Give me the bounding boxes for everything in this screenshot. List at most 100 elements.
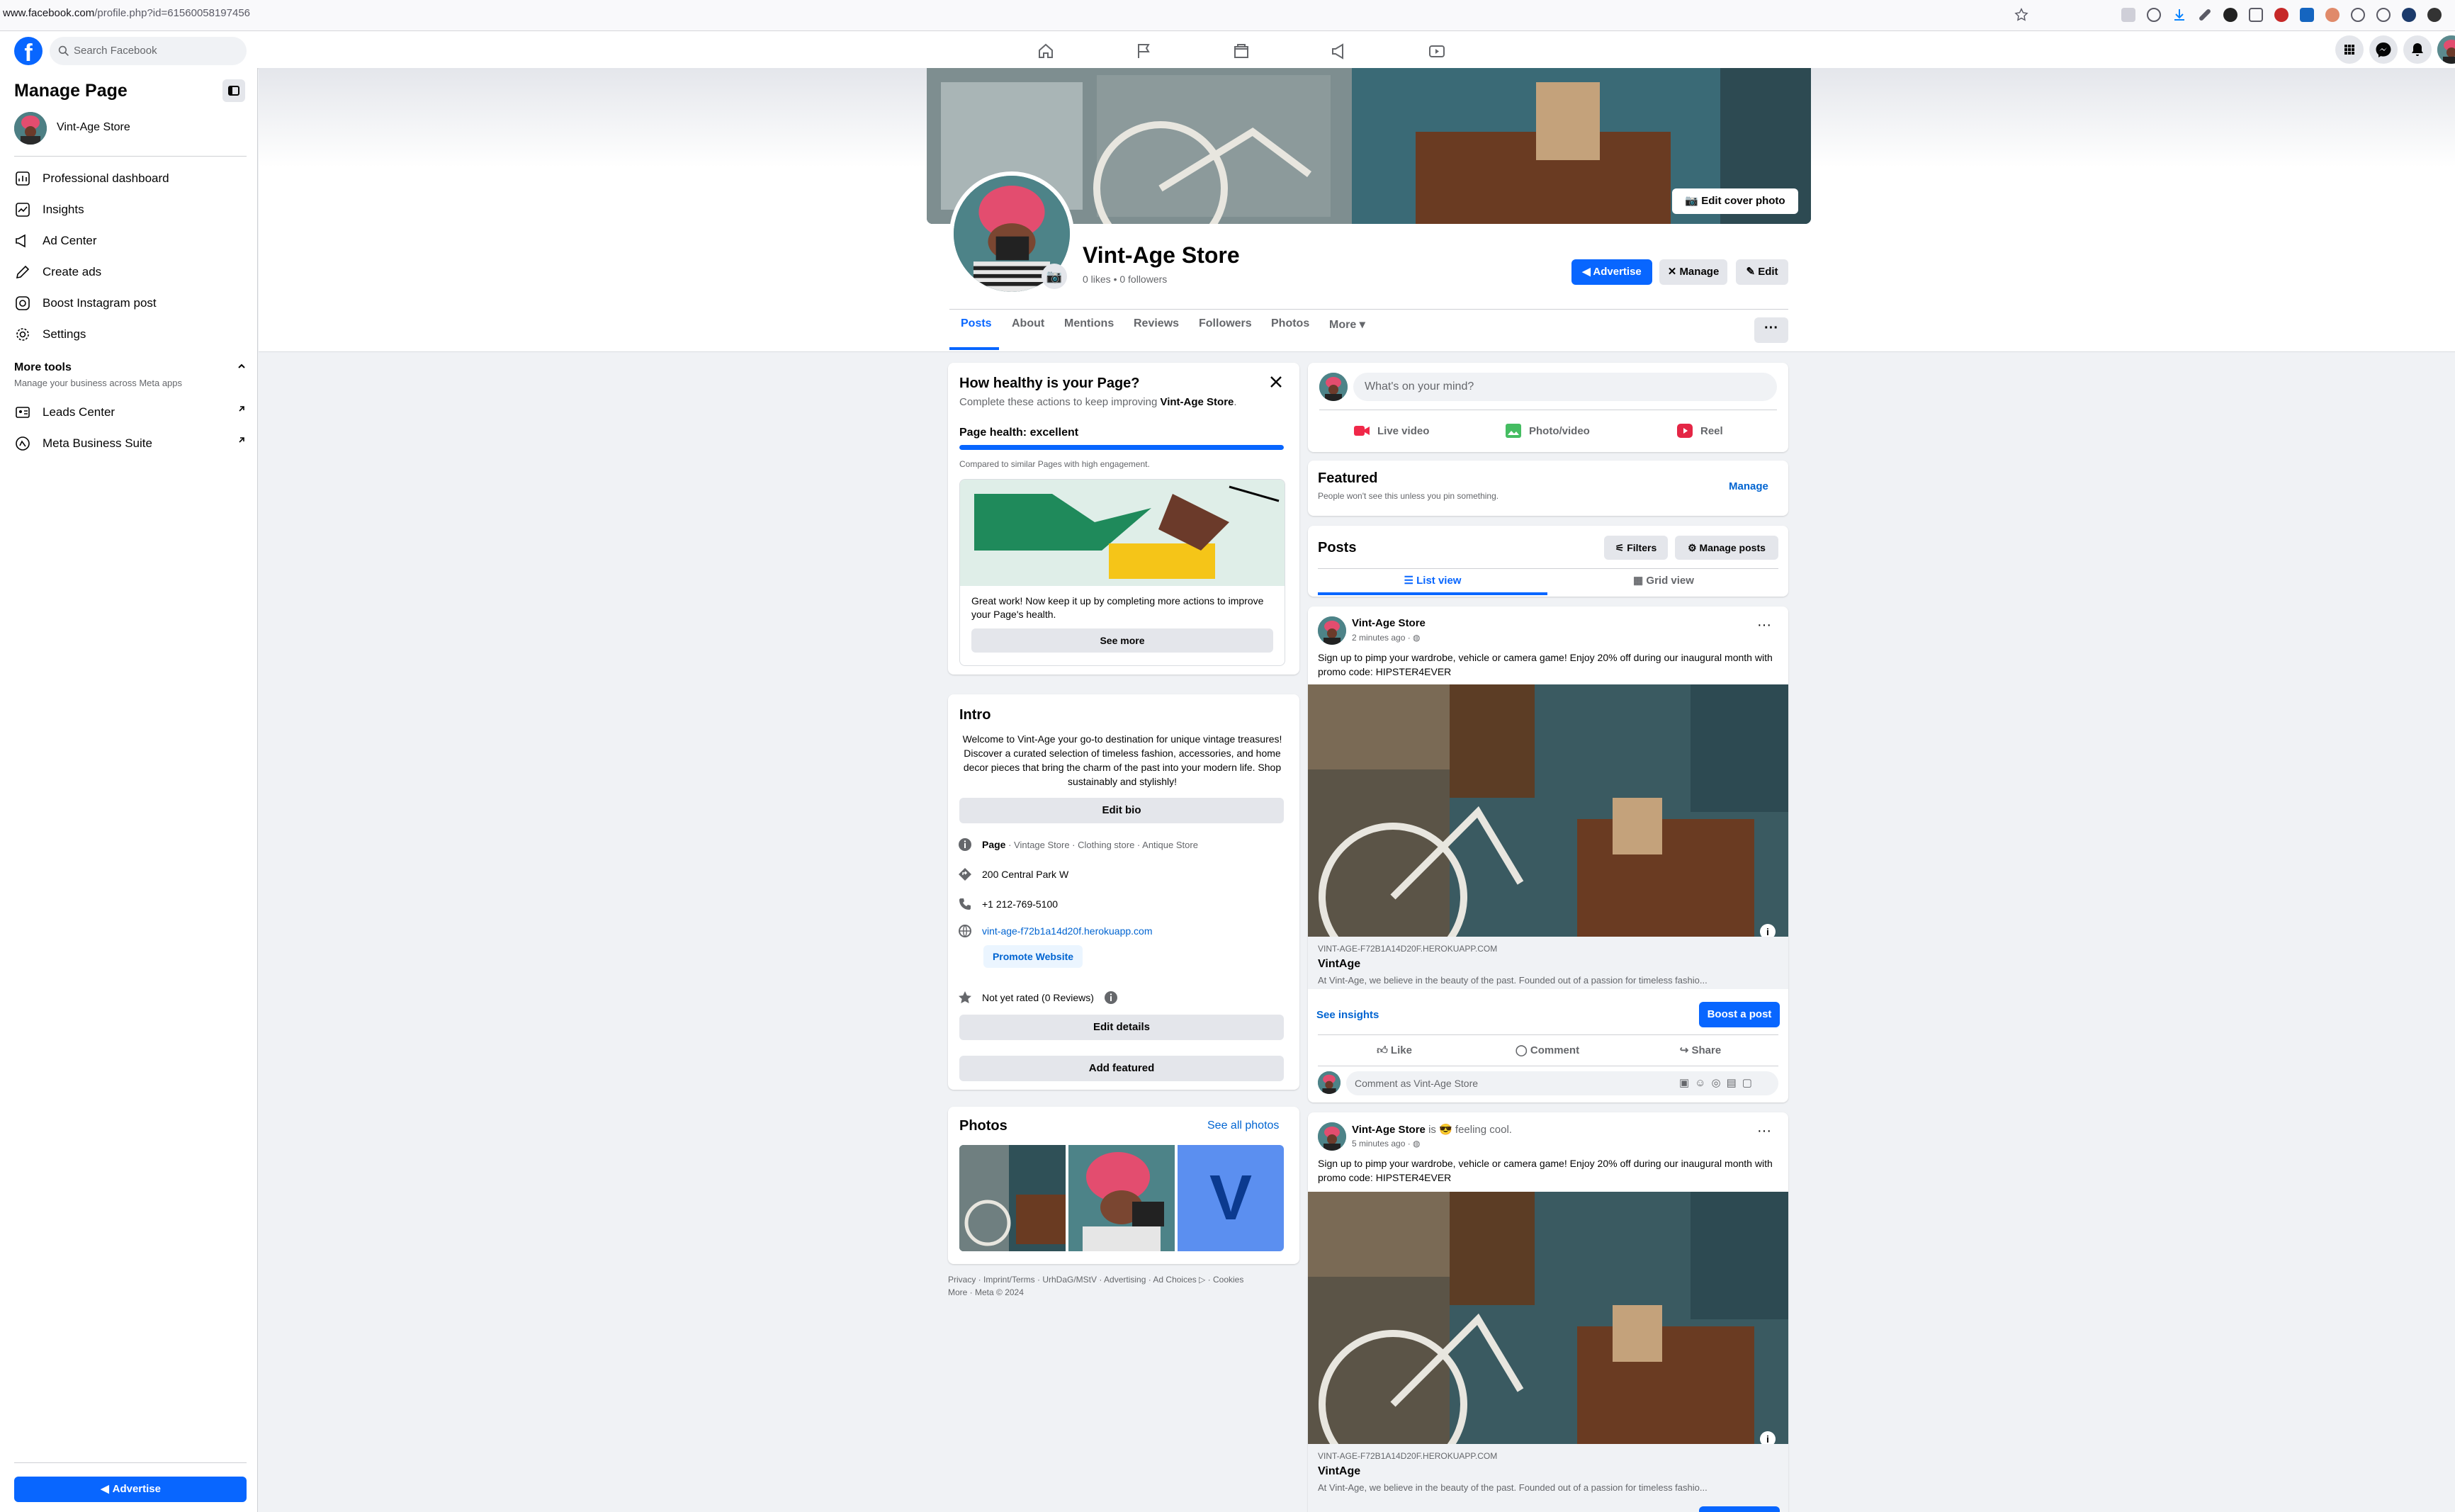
chevron-up-icon[interactable] bbox=[237, 361, 247, 371]
close-icon[interactable] bbox=[1267, 373, 1285, 391]
page-avatar[interactable] bbox=[14, 112, 47, 145]
edit-details-button[interactable]: Edit details bbox=[959, 1015, 1284, 1040]
sidebar-item-ad-center[interactable]: Ad Center bbox=[14, 227, 97, 255]
post-timestamp[interactable]: 5 minutes ago · ◍ bbox=[1352, 1139, 1421, 1149]
extension-icon-6[interactable] bbox=[2376, 8, 2391, 22]
star-icon bbox=[959, 991, 971, 1003]
intro-website-row[interactable]: vint-age-f72b1a14d20f.herokuapp.com bbox=[958, 924, 1153, 938]
tab-reviews[interactable]: Reviews bbox=[1134, 317, 1179, 330]
edit-button[interactable]: ✎ Edit bbox=[1736, 259, 1788, 285]
extension-icon-2[interactable] bbox=[2274, 8, 2288, 22]
extension-icon-1[interactable] bbox=[2223, 8, 2237, 22]
video-icon[interactable] bbox=[1423, 37, 1451, 65]
manage-button[interactable]: ✕ Manage bbox=[1659, 259, 1727, 285]
download-icon[interactable] bbox=[2172, 8, 2186, 22]
sidebar-item-insights[interactable]: Insights bbox=[14, 196, 84, 224]
sidebar-item-settings[interactable]: Settings bbox=[14, 320, 86, 349]
home-icon[interactable] bbox=[1032, 37, 1060, 65]
comment-button[interactable]: ◯ Comment bbox=[1471, 1039, 1624, 1063]
composer-avatar[interactable] bbox=[1319, 373, 1348, 401]
puzzle-icon[interactable] bbox=[2249, 8, 2263, 22]
photo-video-button[interactable]: Photo/video bbox=[1505, 418, 1632, 444]
tab-followers[interactable]: Followers bbox=[1199, 317, 1252, 330]
pencil-icon: ✎ bbox=[1746, 266, 1756, 278]
filter-icon: ⚟ bbox=[1615, 542, 1625, 553]
page-stats[interactable]: 0 likes • 0 followers bbox=[1083, 273, 1167, 285]
sidebar-item-create-ads[interactable]: Create ads bbox=[14, 258, 101, 286]
notifications-bell-icon[interactable] bbox=[2403, 35, 2432, 64]
reader-view-icon[interactable] bbox=[2121, 8, 2135, 22]
manage-posts-button[interactable]: ⚙ Manage posts bbox=[1675, 536, 1778, 560]
flag-icon[interactable] bbox=[1129, 37, 1158, 65]
sidebar-item-boost-instagram[interactable]: Boost Instagram post bbox=[14, 289, 157, 317]
photo-thumbnail-logo[interactable]: V bbox=[1178, 1145, 1284, 1251]
post-timestamp[interactable]: 2 minutes ago · ◍ bbox=[1352, 633, 1421, 643]
photo-thumbnail-bicycle[interactable] bbox=[959, 1145, 1066, 1251]
post-image[interactable] bbox=[1308, 684, 1788, 937]
advertise-button[interactable]: ◀ Advertise bbox=[1571, 259, 1652, 285]
search-input[interactable]: Search Facebook bbox=[50, 37, 247, 65]
like-button[interactable]: 👍︎ Like bbox=[1318, 1039, 1471, 1063]
see-more-button[interactable]: See more bbox=[971, 628, 1273, 653]
tool-meta-business-suite[interactable]: Meta Business Suite bbox=[14, 429, 152, 458]
extension-icon-7[interactable] bbox=[2402, 8, 2416, 22]
post-image[interactable] bbox=[1308, 1192, 1788, 1444]
collapse-sidebar-icon[interactable] bbox=[222, 79, 245, 102]
boost-post-button[interactable] bbox=[1699, 1506, 1780, 1512]
see-all-photos-link[interactable]: See all photos bbox=[1207, 1119, 1279, 1132]
list-view-tab[interactable]: ☰ List view bbox=[1318, 574, 1547, 587]
promote-website-button[interactable]: Promote Website bbox=[983, 945, 1083, 968]
gear-icon bbox=[16, 328, 29, 341]
see-insights-link[interactable]: See insights bbox=[1316, 1009, 1379, 1021]
edit-bio-button[interactable]: Edit bio bbox=[959, 798, 1284, 823]
marketplace-icon[interactable] bbox=[1227, 37, 1255, 65]
tab-more[interactable]: More ▾ bbox=[1329, 317, 1365, 332]
grid-view-tab[interactable]: ▦ Grid view bbox=[1549, 574, 1778, 587]
sidebar-item-professional-dashboard[interactable]: Professional dashboard bbox=[14, 164, 169, 193]
post-author-avatar[interactable] bbox=[1318, 1122, 1346, 1151]
comment-tools-icons[interactable]: ▣☺◎▤▢ bbox=[1679, 1076, 1758, 1089]
post-options-icon[interactable]: ··· bbox=[1751, 1122, 1777, 1148]
post-author-avatar[interactable] bbox=[1318, 616, 1346, 645]
sidebar-advertise-button[interactable]: ◀ Advertise bbox=[14, 1477, 247, 1502]
change-profile-picture-icon[interactable]: 📷 bbox=[1042, 264, 1067, 289]
page-name-heading: Vint-Age Store bbox=[1083, 242, 1240, 268]
live-video-button[interactable]: Live video bbox=[1353, 418, 1481, 444]
more-options-button[interactable]: ··· bbox=[1754, 317, 1788, 343]
featured-manage-link[interactable]: Manage bbox=[1729, 480, 1768, 492]
intro-bio: Welcome to Vint-Age your go-to destinati… bbox=[962, 733, 1282, 787]
edit-cover-photo-button[interactable]: 📷 Edit cover photo bbox=[1672, 188, 1798, 214]
commenter-avatar[interactable] bbox=[1318, 1071, 1341, 1094]
info-icon bbox=[959, 838, 971, 851]
tab-posts[interactable]: Posts bbox=[961, 317, 992, 330]
composer-input[interactable]: What's on your mind? bbox=[1353, 373, 1777, 401]
tab-about[interactable]: About bbox=[1012, 317, 1044, 330]
tool-leads-center[interactable]: Leads Center bbox=[14, 398, 115, 427]
boost-post-button[interactable]: Boost a post bbox=[1699, 1002, 1780, 1027]
megaphone-icon: ◀ bbox=[101, 1483, 109, 1495]
url-field[interactable]: www.facebook.com/profile.php?id=61560058… bbox=[3, 7, 250, 19]
extension-icon-4[interactable] bbox=[2325, 8, 2340, 22]
extension-icon-5[interactable] bbox=[2351, 8, 2365, 22]
comment-input[interactable]: Comment as Vint-Age Store ▣☺◎▤▢ bbox=[1346, 1071, 1778, 1095]
reel-button[interactable]: Reel bbox=[1676, 418, 1761, 444]
info-icon[interactable] bbox=[1104, 991, 1118, 1005]
extension-icon-8[interactable] bbox=[2427, 8, 2442, 22]
tab-mentions[interactable]: Mentions bbox=[1064, 317, 1114, 330]
pocket-icon[interactable] bbox=[2147, 8, 2161, 22]
bookmark-star-icon[interactable] bbox=[2014, 7, 2029, 23]
sidebar-page-name[interactable]: Vint-Age Store bbox=[57, 121, 130, 134]
facebook-logo-icon[interactable]: f bbox=[14, 37, 43, 65]
tab-photos[interactable]: Photos bbox=[1271, 317, 1309, 330]
intro-address-row: 200 Central Park W bbox=[958, 867, 1068, 881]
menu-grid-icon[interactable] bbox=[2335, 35, 2364, 64]
extension-icon-3[interactable] bbox=[2300, 8, 2314, 22]
add-featured-button[interactable]: Add featured bbox=[959, 1056, 1284, 1081]
photo-thumbnail-profile[interactable] bbox=[1068, 1145, 1175, 1251]
share-button[interactable]: ↪ Share bbox=[1624, 1039, 1777, 1063]
post-options-icon[interactable]: ··· bbox=[1751, 616, 1777, 642]
megaphone-icon[interactable] bbox=[1325, 37, 1353, 65]
filters-button[interactable]: ⚟ Filters bbox=[1604, 536, 1668, 560]
footer-links[interactable]: Privacy · Imprint/Terms · UrhDaG/MStV · … bbox=[948, 1273, 1243, 1299]
messenger-icon[interactable] bbox=[2369, 35, 2398, 64]
